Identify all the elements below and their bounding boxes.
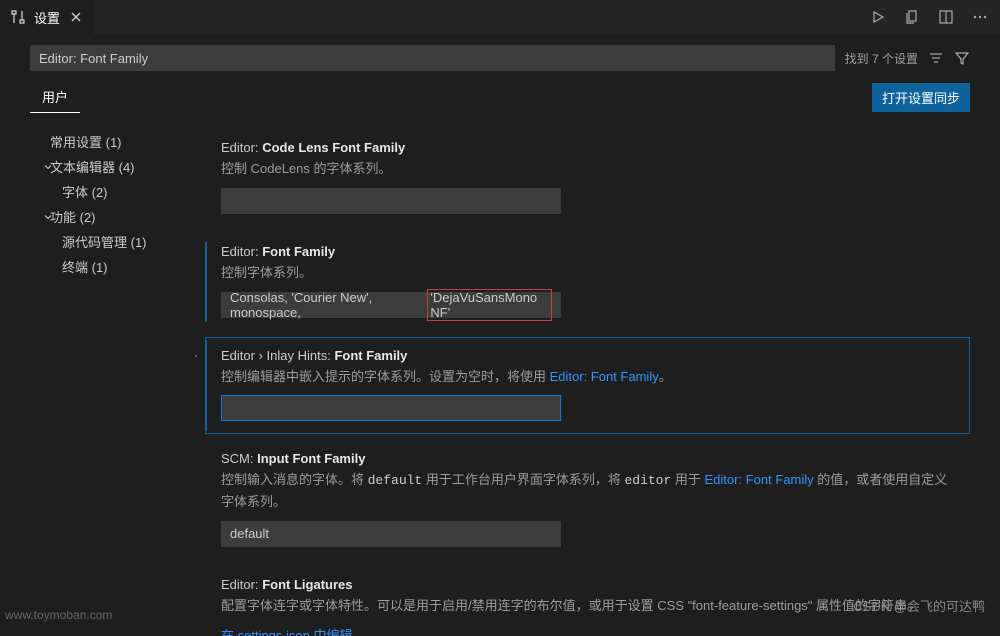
search-row: 找到 7 个设置	[0, 35, 1000, 81]
setting-desc: 控制 CodeLens 的字体系列。	[221, 159, 954, 180]
close-icon[interactable]	[68, 9, 84, 25]
sidebar-item[interactable]: 功能 (2)	[30, 204, 195, 229]
sidebar-item[interactable]: 源代码管理 (1)	[30, 229, 195, 254]
tab-settings[interactable]: 设置	[0, 0, 94, 35]
watermark-left: www.toymoban.com	[5, 608, 112, 622]
sidebar-item[interactable]: 常用设置 (1)	[30, 129, 195, 154]
setting-title: Editor: Font Family	[221, 244, 954, 259]
sidebar-item-label: 文本编辑器 (4)	[50, 157, 135, 176]
user-scope-tab[interactable]: 用户	[30, 81, 80, 113]
editor-font-family-link[interactable]: Editor: Font Family	[550, 369, 659, 384]
clear-filter-icon[interactable]	[928, 50, 944, 66]
settings-sidebar: 常用设置 (1) 文本编辑器 (4) 字体 (2) 功能 (2) 源代码管理 (…	[30, 119, 195, 636]
open-json-icon[interactable]	[904, 9, 920, 25]
sidebar-item[interactable]: 文本编辑器 (4)	[30, 154, 195, 179]
watermark-right: CSDN @会飞的可达鸭	[853, 596, 985, 615]
search-filters	[928, 50, 970, 66]
split-icon[interactable]	[938, 9, 954, 25]
settings-search-input[interactable]	[30, 45, 835, 71]
sidebar-item-label: 功能 (2)	[50, 207, 96, 226]
tab-title: 设置	[34, 8, 60, 27]
chevron-down-icon	[42, 211, 54, 223]
setting-title: Editor: Font Ligatures	[221, 577, 954, 592]
setting-editor-font-family: Editor: Font Family 控制字体系列。 Consolas, 'C…	[205, 233, 970, 331]
setting-desc: 控制编辑器中嵌入提示的字体系列。设置为空时，将使用 Editor: Font F…	[221, 367, 954, 388]
setting-title: Editor › Inlay Hints: Font Family	[221, 348, 954, 363]
tab-bar: 设置	[0, 0, 1000, 35]
sidebar-item-label: 常用设置 (1)	[50, 132, 122, 151]
tab-actions	[870, 9, 1000, 25]
sidebar-item-label: 终端 (1)	[62, 257, 108, 276]
main: 常用设置 (1) 文本编辑器 (4) 字体 (2) 功能 (2) 源代码管理 (…	[0, 119, 1000, 636]
inlay-hints-font-family-input[interactable]	[221, 395, 561, 421]
setting-title: Editor: Code Lens Font Family	[221, 140, 954, 155]
codelens-font-family-input[interactable]	[221, 188, 561, 214]
edit-in-settings-json-link[interactable]: 在 settings.json 中编辑	[221, 628, 353, 636]
sidebar-item-label: 字体 (2)	[62, 182, 108, 201]
setting-desc: 配置字体连字或字体特性。可以是用于启用/禁用连字的布尔值，或用于设置 CSS "…	[221, 596, 954, 617]
setting-scm-input-font-family: SCM: Input Font Family 控制输入消息的字体。将 defau…	[205, 440, 970, 560]
sidebar-item-label: 源代码管理 (1)	[62, 232, 147, 251]
play-icon[interactable]	[870, 9, 886, 25]
highlighted-value: 'DejaVuSansMono NF'	[427, 289, 552, 321]
scm-input-font-family-input[interactable]	[221, 521, 561, 547]
settings-content: Editor: Code Lens Font Family 控制 CodeLen…	[195, 119, 970, 636]
settings-icon	[10, 9, 26, 25]
setting-codelens-font-family: Editor: Code Lens Font Family 控制 CodeLen…	[205, 129, 970, 227]
filter-icon[interactable]	[954, 50, 970, 66]
setting-desc: 控制字体系列。	[221, 263, 954, 284]
setting-inlay-hints-font-family: Editor › Inlay Hints: Font Family 控制编辑器中…	[205, 337, 970, 435]
header-row: 用户 打开设置同步	[0, 81, 1000, 119]
sidebar-item[interactable]: 终端 (1)	[30, 254, 195, 279]
gear-icon[interactable]	[195, 348, 198, 367]
sidebar-item[interactable]: 字体 (2)	[30, 179, 195, 204]
setting-desc: 控制输入消息的字体。将 default 用于工作台用户界面字体系列，将 edit…	[221, 470, 954, 513]
editor-font-family-link[interactable]: Editor: Font Family	[705, 472, 814, 487]
setting-title: SCM: Input Font Family	[221, 451, 954, 466]
chevron-down-icon	[42, 161, 54, 173]
more-icon[interactable]	[972, 9, 988, 25]
editor-font-family-input[interactable]: Consolas, 'Courier New', monospace, 'Dej…	[221, 292, 561, 318]
open-settings-sync-button[interactable]: 打开设置同步	[872, 83, 970, 112]
search-results-count: 找到 7 个设置	[845, 50, 918, 67]
